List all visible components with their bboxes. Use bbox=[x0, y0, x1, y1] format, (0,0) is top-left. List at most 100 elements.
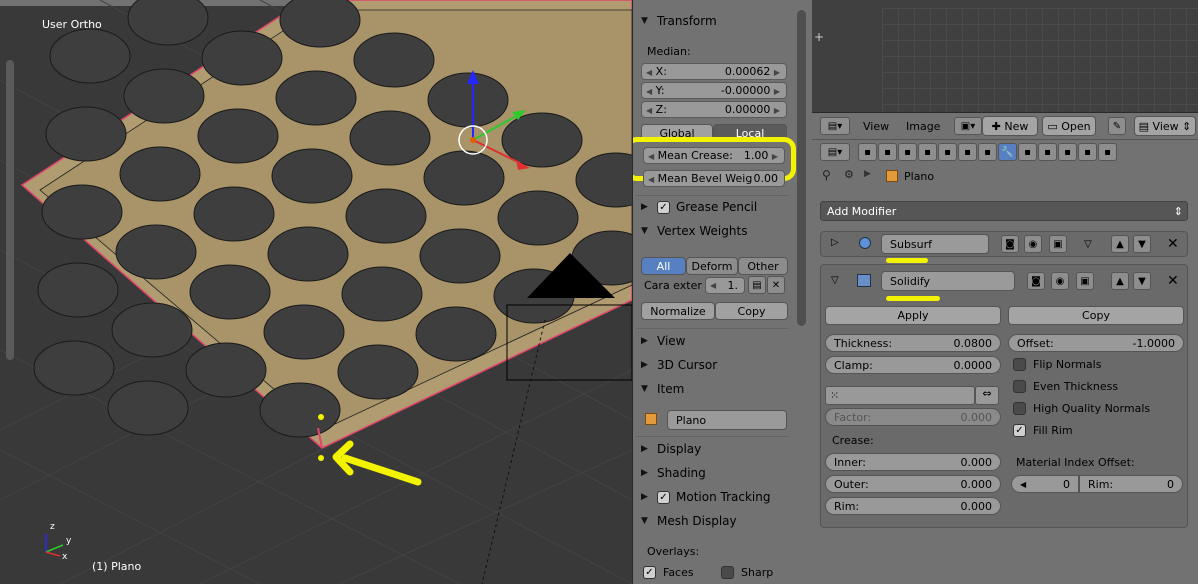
even-thickness-option[interactable]: Even Thickness bbox=[1013, 380, 1118, 393]
image-menu[interactable]: Image bbox=[906, 120, 940, 133]
faces-checkbox[interactable]: ✓ bbox=[643, 566, 656, 579]
object-icon[interactable]: ▪ bbox=[938, 143, 957, 161]
high-quality-normals-option[interactable]: High Quality Normals bbox=[1013, 402, 1150, 415]
subsurf-name-field[interactable]: Subsurf bbox=[881, 234, 989, 254]
new-image-button[interactable]: ✚ New bbox=[982, 116, 1038, 136]
material-offset-field[interactable]: ◀ 0 bbox=[1011, 475, 1079, 493]
edit-mode-icon[interactable]: ▣ bbox=[1076, 272, 1094, 290]
mean-bevel-weight-field[interactable]: ◀ Mean Bevel Weig 0.00 bbox=[643, 170, 785, 187]
grease-pencil-checkbox[interactable]: ✓ bbox=[657, 200, 670, 214]
mesh-cube-icon bbox=[645, 413, 657, 425]
normalize-button[interactable]: Normalize bbox=[641, 302, 715, 320]
motion-tracking-checkbox[interactable]: ✓ bbox=[657, 490, 670, 504]
image-editor-area[interactable]: + bbox=[812, 0, 1198, 112]
sharp-option[interactable]: Sharp bbox=[721, 566, 773, 579]
viewport-scrollbar[interactable] bbox=[6, 60, 14, 360]
physics-icon[interactable]: ▪ bbox=[1098, 143, 1117, 161]
particles-icon[interactable]: ▪ bbox=[1078, 143, 1097, 161]
cage-icon[interactable]: ▽ bbox=[1079, 235, 1097, 253]
add-modifier-dropdown[interactable]: Add Modifier ⇕ bbox=[820, 201, 1188, 221]
solidify-name-field[interactable]: Solidify bbox=[881, 271, 1015, 291]
world-icon[interactable]: ▪ bbox=[918, 143, 937, 161]
vertex-weights-header[interactable]: ▼ Vertex Weights bbox=[641, 222, 747, 240]
transform-header[interactable]: ▼ Transform bbox=[641, 12, 717, 30]
paste-weight-icon[interactable]: ▤ bbox=[748, 276, 766, 294]
view-panel-header[interactable]: ▶ View bbox=[641, 332, 685, 350]
median-y-field[interactable]: ◀ Y: -0.00000 ▶ bbox=[641, 82, 787, 99]
image-browse-icon[interactable]: ▣▾ bbox=[954, 117, 982, 135]
wrench-icon[interactable]: 🔧 bbox=[998, 143, 1017, 161]
move-up-icon[interactable]: ▲ bbox=[1111, 272, 1129, 290]
viewport-eye-icon[interactable]: ◉ bbox=[1051, 272, 1069, 290]
n-panel-scrollbar[interactable] bbox=[797, 10, 806, 326]
expand-down-icon[interactable]: ▽ bbox=[831, 275, 839, 286]
texture-icon[interactable]: ▪ bbox=[1058, 143, 1077, 161]
item-name-field[interactable]: Plano bbox=[667, 410, 787, 430]
expand-right-icon[interactable]: ▷ bbox=[831, 237, 839, 248]
high-quality-normals-checkbox[interactable] bbox=[1013, 402, 1026, 415]
view-menu[interactable]: View bbox=[863, 120, 889, 133]
crease-outer-field[interactable]: Outer: 0.000 bbox=[825, 475, 1001, 493]
invert-arrows-icon[interactable]: ⇔ bbox=[975, 386, 999, 405]
mesh-display-header[interactable]: ▼ Mesh Display bbox=[641, 512, 737, 530]
vertex-group-field[interactable]: ⁙ bbox=[825, 386, 975, 405]
flip-normals-checkbox[interactable] bbox=[1013, 358, 1026, 371]
material-icon[interactable]: ▪ bbox=[1038, 143, 1057, 161]
plus-icon[interactable]: + bbox=[814, 30, 824, 44]
copy-modifier-button[interactable]: Copy bbox=[1008, 306, 1184, 325]
tab-other[interactable]: Other bbox=[738, 257, 788, 275]
fill-rim-checkbox[interactable]: ✓ bbox=[1013, 424, 1026, 437]
subsurf-modifier-icon bbox=[859, 237, 871, 249]
move-down-icon[interactable]: ▼ bbox=[1133, 235, 1151, 253]
remove-modifier-icon[interactable]: ✕ bbox=[1167, 236, 1179, 252]
editor-type-icon[interactable]: ▤▾ bbox=[820, 117, 850, 135]
render-toggle-icon[interactable]: ◙ bbox=[1001, 235, 1019, 253]
crease-inner-field[interactable]: Inner: 0.000 bbox=[825, 453, 1001, 471]
copy-weights-button[interactable]: Copy bbox=[715, 302, 788, 320]
mesh-hole bbox=[259, 382, 341, 438]
sharp-checkbox[interactable] bbox=[721, 566, 734, 579]
faces-option[interactable]: ✓ Faces bbox=[643, 566, 694, 579]
close-icon[interactable]: ✕ bbox=[767, 276, 785, 294]
crease-rim-field[interactable]: Rim: 0.000 bbox=[825, 497, 1001, 515]
render-toggle-icon[interactable]: ◙ bbox=[1027, 272, 1045, 290]
tab-all[interactable]: All bbox=[641, 257, 686, 275]
motion-tracking-header[interactable]: ▶ ✓ Motion Tracking bbox=[641, 488, 770, 506]
mesh-data-icon[interactable]: ▪ bbox=[1018, 143, 1037, 161]
viewport-eye-icon[interactable]: ◉ bbox=[1024, 235, 1042, 253]
item-header[interactable]: ▼ Item bbox=[641, 380, 684, 398]
vertex-group-weight-field[interactable]: ◀ 1. bbox=[705, 277, 745, 294]
flip-normals-option[interactable]: Flip Normals bbox=[1013, 358, 1101, 371]
grease-pencil-header[interactable]: ▶ ✓ Grease Pencil bbox=[641, 198, 757, 216]
pin-icon[interactable]: ✎ bbox=[1108, 117, 1126, 135]
shading-header[interactable]: ▶ Shading bbox=[641, 464, 706, 482]
even-thickness-checkbox[interactable] bbox=[1013, 380, 1026, 393]
material-rim-offset-field[interactable]: Rim: 0 bbox=[1079, 475, 1183, 493]
layers-icon[interactable]: ▪ bbox=[878, 143, 897, 161]
fill-rim-option[interactable]: ✓ Fill Rim bbox=[1013, 424, 1073, 437]
display-header[interactable]: ▶ Display bbox=[641, 440, 701, 458]
camera-icon[interactable]: ▪ bbox=[858, 143, 877, 161]
viewport-canvas[interactable] bbox=[0, 0, 632, 584]
thickness-field[interactable]: Thickness: 0.0800 bbox=[825, 334, 1001, 352]
3d-viewport[interactable]: User Ortho (1) Plano z y x bbox=[0, 0, 632, 584]
edit-mode-icon[interactable]: ▣ bbox=[1049, 235, 1067, 253]
clamp-field[interactable]: Clamp: 0.0000 bbox=[825, 356, 1001, 374]
remove-modifier-icon[interactable]: ✕ bbox=[1167, 273, 1179, 289]
editor-type-icon[interactable]: ▤▾ bbox=[820, 143, 850, 161]
median-z-field[interactable]: ◀ Z: 0.00000 ▶ bbox=[641, 101, 787, 118]
link-icon[interactable]: ▪ bbox=[978, 143, 997, 161]
3d-cursor-header[interactable]: ▶ 3D Cursor bbox=[641, 356, 717, 374]
offset-field[interactable]: Offset: -1.0000 bbox=[1008, 334, 1184, 352]
factor-field[interactable]: Factor: 0.000 bbox=[825, 408, 1001, 426]
apply-button[interactable]: Apply bbox=[825, 306, 1001, 325]
move-down-icon[interactable]: ▼ bbox=[1133, 272, 1151, 290]
view-mode-dropdown[interactable]: ▤ View ⇕ bbox=[1134, 116, 1196, 136]
pin-icon[interactable]: ⚲ bbox=[822, 168, 831, 182]
tab-deform[interactable]: Deform bbox=[686, 257, 738, 275]
median-x-field[interactable]: ◀ X: 0.00062 ▶ bbox=[641, 63, 787, 80]
constraints-icon[interactable]: ▪ bbox=[958, 143, 977, 161]
move-up-icon[interactable]: ▲ bbox=[1111, 235, 1129, 253]
open-image-button[interactable]: ▭ Open bbox=[1042, 116, 1096, 136]
scene-icon[interactable]: ▪ bbox=[898, 143, 917, 161]
